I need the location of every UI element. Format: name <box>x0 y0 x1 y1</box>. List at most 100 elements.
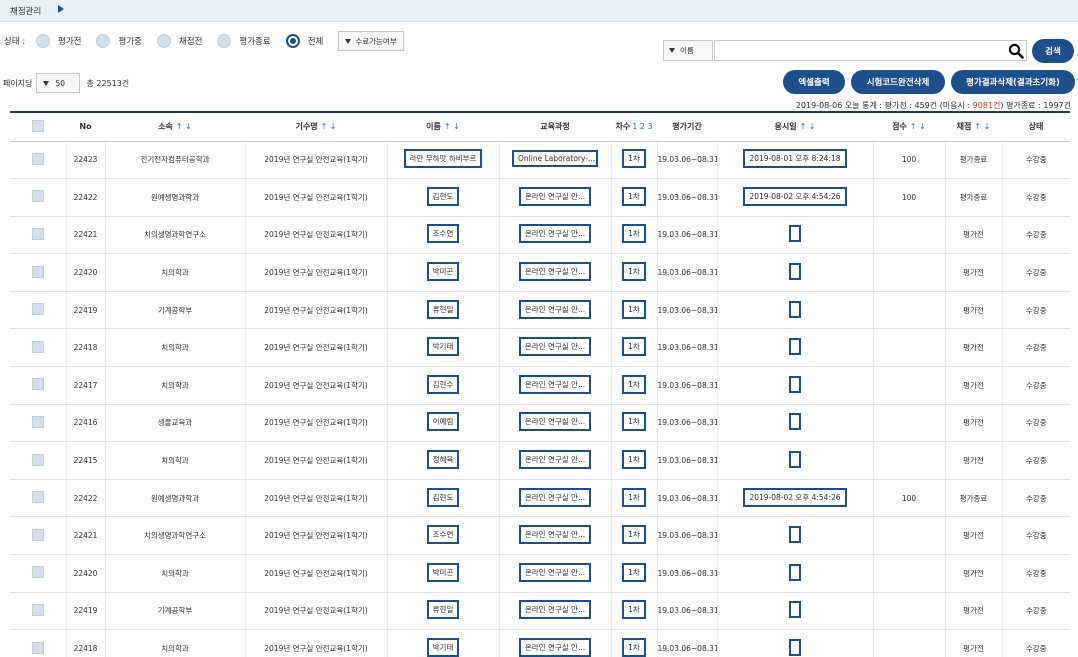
attempt-date-box[interactable]: 2019-08-02 오후 4:54:26 <box>743 186 847 206</box>
status-radio-finished[interactable]: 평가종료 <box>217 34 271 48</box>
attempt-date-empty-box[interactable] <box>789 451 801 469</box>
status-radio-before[interactable]: 평가전 <box>36 34 81 48</box>
round-box[interactable]: 1차 <box>622 186 646 206</box>
course-box[interactable]: 온라인 연구실 안... <box>518 450 592 470</box>
breadcrumb-arrow-icon[interactable] <box>58 5 64 13</box>
round-box[interactable]: 1차 <box>622 638 646 657</box>
row-checkbox[interactable] <box>31 190 44 203</box>
course-box[interactable]: 온라인 연구실 안... <box>518 638 592 657</box>
col-score[interactable]: 점수 ↑ ↓ <box>873 113 945 142</box>
row-checkbox[interactable] <box>31 528 44 541</box>
sort-arrows-icon[interactable]: ↑ ↓ <box>321 122 337 131</box>
attempt-date-empty-box[interactable] <box>789 225 801 243</box>
course-box[interactable]: Online Laboratory-... <box>512 150 598 168</box>
student-name-box[interactable]: 김현도 <box>426 487 460 507</box>
attempt-date-empty-box[interactable] <box>789 413 801 431</box>
col-term[interactable]: 기수명 ↑ ↓ <box>245 113 387 142</box>
attempt-date-empty-box[interactable] <box>789 338 801 356</box>
student-name-box[interactable]: 박기태 <box>426 337 460 357</box>
student-name-box[interactable]: 라만 무하맛 하비부르 <box>403 149 483 169</box>
round-box[interactable]: 1차 <box>622 262 646 282</box>
search-field-select[interactable]: 이름 <box>663 40 713 61</box>
row-checkbox[interactable] <box>31 152 44 165</box>
round-box[interactable]: 1차 <box>622 149 646 169</box>
radio-icon[interactable] <box>36 34 50 48</box>
attempt-date-box[interactable]: 2019-08-01 오후 8:24:18 <box>743 149 847 169</box>
attempt-date-box[interactable]: 2019-08-02 오후 4:54:26 <box>743 487 847 507</box>
sort-arrows-icon[interactable]: ↑ ↓ <box>444 122 460 131</box>
row-checkbox[interactable] <box>31 491 44 504</box>
excel-export-button[interactable]: 엑셀출력 <box>783 70 845 94</box>
per-page-select[interactable]: 50 <box>36 73 81 93</box>
round-box[interactable]: 1차 <box>622 562 646 582</box>
col-grade[interactable]: 채점 ↑ ↓ <box>945 113 1002 142</box>
round-box[interactable]: 1차 <box>622 374 646 394</box>
attempt-date-empty-box[interactable] <box>789 375 801 393</box>
course-box[interactable]: 온라인 연구실 안... <box>518 337 592 357</box>
col-dept[interactable]: 소속 ↑ ↓ <box>105 113 245 142</box>
round-box[interactable]: 1차 <box>622 224 646 244</box>
course-box[interactable]: 온라인 연구실 안... <box>518 412 592 432</box>
radio-icon[interactable] <box>96 34 111 48</box>
col-date[interactable]: 응시일 ↑ ↓ <box>717 113 873 142</box>
select-all-checkbox[interactable] <box>32 119 44 132</box>
row-checkbox[interactable] <box>31 566 44 579</box>
sort-arrows-icon[interactable]: ↑ ↓ <box>974 122 990 131</box>
attempt-date-empty-box[interactable] <box>789 601 801 619</box>
student-name-box[interactable]: 조수연 <box>426 224 460 244</box>
attempt-date-empty-box[interactable] <box>789 526 801 544</box>
attempt-date-empty-box[interactable] <box>789 639 801 657</box>
student-name-box[interactable]: 박기태 <box>426 638 460 657</box>
course-box[interactable]: 온라인 연구실 안... <box>518 262 592 282</box>
round-links[interactable]: 1 2 3 <box>632 122 652 131</box>
search-button[interactable]: 검색 <box>1032 39 1074 63</box>
student-name-box[interactable]: 류현일 <box>426 299 460 319</box>
attempt-date-empty-box[interactable] <box>789 263 801 281</box>
search-icon[interactable] <box>1008 43 1024 59</box>
sort-arrows-icon[interactable]: ↑ ↓ <box>176 122 192 131</box>
attempt-date-empty-box[interactable] <box>789 300 801 318</box>
course-box[interactable]: 온라인 연구실 안... <box>518 487 592 507</box>
row-checkbox[interactable] <box>31 303 44 316</box>
student-name-box[interactable]: 김현도 <box>426 186 460 206</box>
round-box[interactable]: 1차 <box>622 525 646 545</box>
sort-arrows-icon[interactable]: ↑ ↓ <box>910 122 926 131</box>
attempt-date-empty-box[interactable] <box>789 563 801 581</box>
status-radio-before-grading[interactable]: 채점전 <box>156 34 202 48</box>
radio-icon[interactable] <box>217 34 232 48</box>
delete-test-code-button[interactable]: 시험코드완전삭제 <box>851 70 945 94</box>
delete-results-button[interactable]: 평가결과삭제(결과초기화) <box>951 70 1075 94</box>
student-name-box[interactable]: 이예림 <box>426 412 460 432</box>
course-box[interactable]: 온라인 연구실 안... <box>518 562 592 582</box>
row-checkbox[interactable] <box>31 265 44 278</box>
sort-arrows-icon[interactable]: ↑ ↓ <box>800 122 816 131</box>
student-name-box[interactable]: 조수연 <box>426 525 460 545</box>
student-name-box[interactable]: 박미곤 <box>426 562 460 582</box>
round-box[interactable]: 1차 <box>622 299 646 319</box>
radio-icon[interactable] <box>156 34 171 48</box>
status-radio-all[interactable]: 전체 <box>285 34 323 48</box>
row-checkbox[interactable] <box>31 227 44 240</box>
col-name[interactable]: 이름 ↑ ↓ <box>387 113 499 142</box>
course-box[interactable]: 온라인 연구실 안... <box>518 525 592 545</box>
round-box[interactable]: 1차 <box>622 450 646 470</box>
radio-checked-icon[interactable] <box>285 34 300 48</box>
completion-select[interactable]: 수료가능여부 <box>338 31 404 51</box>
student-name-box[interactable]: 정혜육 <box>426 450 460 470</box>
round-box[interactable]: 1차 <box>622 600 646 620</box>
course-box[interactable]: 온라인 연구실 안... <box>518 299 592 319</box>
row-checkbox[interactable] <box>31 641 44 654</box>
course-box[interactable]: 온라인 연구실 안... <box>518 186 592 206</box>
course-box[interactable]: 온라인 연구실 안... <box>518 600 592 620</box>
round-box[interactable]: 1차 <box>622 487 646 507</box>
round-box[interactable]: 1차 <box>622 337 646 357</box>
row-checkbox[interactable] <box>31 415 44 428</box>
row-checkbox[interactable] <box>31 340 44 353</box>
course-box[interactable]: 온라인 연구실 안... <box>518 224 592 244</box>
search-input[interactable] <box>714 40 1027 61</box>
status-radio-in-progress[interactable]: 평가중 <box>96 34 142 48</box>
course-box[interactable]: 온라인 연구실 안... <box>518 374 592 394</box>
student-name-box[interactable]: 김현수 <box>426 374 460 394</box>
row-checkbox[interactable] <box>31 453 44 466</box>
student-name-box[interactable]: 류현일 <box>426 600 460 620</box>
